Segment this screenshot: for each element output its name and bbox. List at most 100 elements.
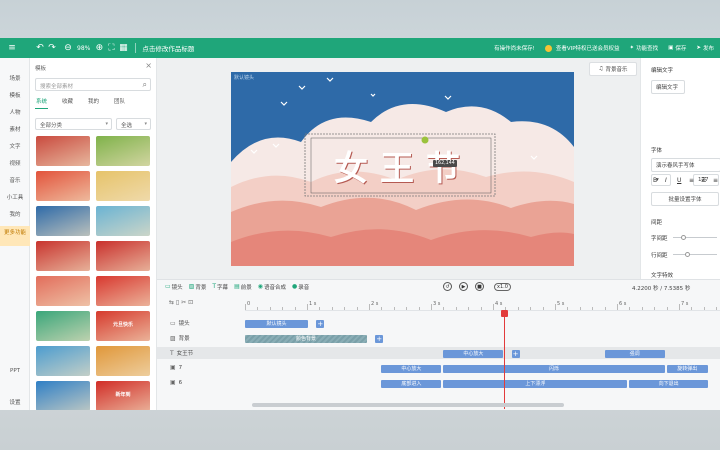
template-thumbnail[interactable]: [96, 206, 150, 236]
headline-text[interactable]: 女王节: [315, 141, 491, 190]
grid-icon[interactable]: ▦: [117, 42, 129, 54]
rewind-icon[interactable]: ↺: [443, 282, 452, 291]
template-thumbnail[interactable]: [36, 206, 90, 236]
rail-item-scene[interactable]: 场景: [0, 74, 30, 82]
fit-screen-icon[interactable]: ⛶: [105, 42, 117, 54]
timeline-clip[interactable]: 中心放大: [443, 350, 504, 358]
vip-link[interactable]: 查看VIP特权已送会员权益: [544, 44, 620, 52]
zoom-level[interactable]: 98%: [77, 45, 90, 52]
track-label[interactable]: ▣ 7: [170, 364, 182, 371]
publish-button[interactable]: ➤ 发布: [696, 44, 714, 52]
template-thumbnail[interactable]: [36, 346, 90, 376]
template-thumbnail[interactable]: [36, 136, 90, 166]
template-thumbnail[interactable]: [36, 276, 90, 306]
timeline-clip[interactable]: 上下漂浮: [443, 380, 628, 388]
track-label[interactable]: ▨ 背景: [170, 334, 190, 343]
rail-item-music[interactable]: 音乐: [0, 176, 30, 184]
template-thumbnail[interactable]: [36, 311, 90, 341]
template-thumbnail[interactable]: [96, 136, 150, 166]
font-family-select[interactable]: 演示春风手写体: [651, 158, 720, 172]
tab-system[interactable]: 系统: [35, 97, 49, 109]
timeline-clip[interactable]: 强调: [604, 350, 665, 358]
track-label[interactable]: ▣ 6: [170, 379, 182, 386]
tl-foreground-button[interactable]: ▤ 前景: [234, 283, 252, 291]
redo-icon[interactable]: ↷: [46, 42, 58, 54]
slider-handle[interactable]: [681, 235, 686, 240]
edit-text-button[interactable]: 编辑文字: [651, 80, 685, 94]
add-clip-icon[interactable]: +: [316, 320, 325, 328]
category-select[interactable]: 全部分类 ▾: [35, 118, 112, 130]
close-icon[interactable]: ×: [145, 61, 152, 70]
search-icon[interactable]: ⌕: [143, 80, 147, 90]
playhead[interactable]: [504, 313, 505, 409]
template-thumbnail[interactable]: [36, 381, 90, 410]
batch-font-button[interactable]: 批量设置字体: [651, 192, 719, 206]
scene-canvas[interactable]: 默认镜头 女王节: [231, 72, 574, 266]
timeline-tools-icon[interactable]: ⇆ ▯ ✂ ⊡: [169, 299, 193, 306]
stop-icon[interactable]: ■: [475, 282, 484, 291]
rail-item-more[interactable]: 更多功能: [0, 226, 30, 246]
tab-team[interactable]: 团队: [113, 97, 126, 109]
menu-icon[interactable]: ≡: [6, 42, 18, 54]
rail-item-video[interactable]: 视频: [0, 159, 30, 167]
template-thumbnail[interactable]: [96, 276, 150, 306]
rail-item-ppt[interactable]: PPT: [0, 368, 30, 374]
template-thumbnail[interactable]: [96, 171, 150, 201]
timeline-clip[interactable]: 旋转弹出: [666, 365, 708, 373]
rail-item-settings[interactable]: 设置: [0, 398, 30, 406]
props-header: 编辑文字: [651, 68, 674, 74]
bold-icon[interactable]: B: [653, 177, 657, 184]
feature-search-button[interactable]: ✦ 功能查找: [630, 44, 659, 52]
slider-handle[interactable]: [685, 252, 690, 257]
rail-item-text[interactable]: 文字: [0, 142, 30, 150]
add-clip-icon[interactable]: +: [511, 350, 520, 358]
template-thumbnail[interactable]: [96, 241, 150, 271]
timeline-clip[interactable]: 中心放大: [381, 365, 442, 373]
rail-item-mine[interactable]: 我的: [0, 210, 30, 218]
track-name: 6: [178, 379, 183, 386]
tab-favorites[interactable]: 收藏: [61, 97, 74, 109]
add-clip-icon[interactable]: +: [375, 335, 384, 343]
char-spacing-slider[interactable]: [673, 235, 717, 240]
scope-select[interactable]: 全选 ▾: [116, 118, 151, 130]
template-thumbnail[interactable]: [36, 241, 90, 271]
align-left-icon[interactable]: ≡: [689, 177, 694, 184]
timeline-clip[interactable]: 向下退出: [629, 380, 708, 388]
rail-item-character[interactable]: 人物: [0, 108, 30, 116]
template-thumbnail[interactable]: [36, 171, 90, 201]
track-label[interactable]: ▭ 镜头: [170, 319, 190, 328]
template-thumbnail[interactable]: 新年到: [96, 381, 150, 410]
tl-record-button[interactable]: ● 录音: [292, 283, 309, 291]
underline-icon[interactable]: U: [677, 177, 681, 184]
tl-subtitle-button[interactable]: T 字幕: [212, 283, 228, 291]
italic-icon[interactable]: I: [665, 177, 667, 184]
template-thumbnail[interactable]: 元旦快乐: [96, 311, 150, 341]
timeline-clip[interactable]: 底部进入: [381, 380, 442, 388]
save-button[interactable]: ▣ 保存: [668, 44, 686, 52]
line-spacing-slider[interactable]: [673, 252, 717, 257]
align-center-icon[interactable]: ☰: [701, 177, 706, 184]
template-thumbnail[interactable]: [96, 346, 150, 376]
track-label[interactable]: T 女王节: [170, 349, 193, 358]
timeline-clip[interactable]: 颜色背景: [245, 335, 367, 343]
rail-item-material[interactable]: 素材: [0, 125, 30, 133]
search-input[interactable]: 搜索全部素材 ⌕: [35, 78, 151, 91]
tl-background-button[interactable]: ▨ 背景: [189, 283, 207, 291]
background-music-button[interactable]: ♫ 背景音乐: [589, 62, 637, 76]
play-icon[interactable]: ▶: [459, 282, 468, 291]
timeline-clip[interactable]: 默认镜头: [245, 320, 309, 328]
tl-camera-button[interactable]: ▭ 镜头: [165, 283, 183, 291]
ruler-tick: [356, 307, 358, 310]
project-title[interactable]: 点击修改作品标题: [142, 43, 194, 53]
rail-item-tools[interactable]: 小工具: [0, 193, 30, 201]
tab-mine[interactable]: 我的: [87, 97, 100, 109]
speed-select[interactable]: x1.0: [494, 283, 511, 291]
tl-tts-button[interactable]: ◉ 语音合成: [258, 283, 286, 291]
align-right-icon[interactable]: ≡: [713, 177, 718, 184]
zoom-out-icon[interactable]: ⊖: [62, 42, 74, 54]
rail-item-template[interactable]: 模板: [0, 91, 30, 99]
zoom-in-icon[interactable]: ⊕: [93, 42, 105, 54]
undo-icon[interactable]: ↶: [34, 42, 46, 54]
timeline-clip[interactable]: 闪烁: [443, 365, 665, 373]
timeline-scrollbar[interactable]: [252, 403, 564, 407]
